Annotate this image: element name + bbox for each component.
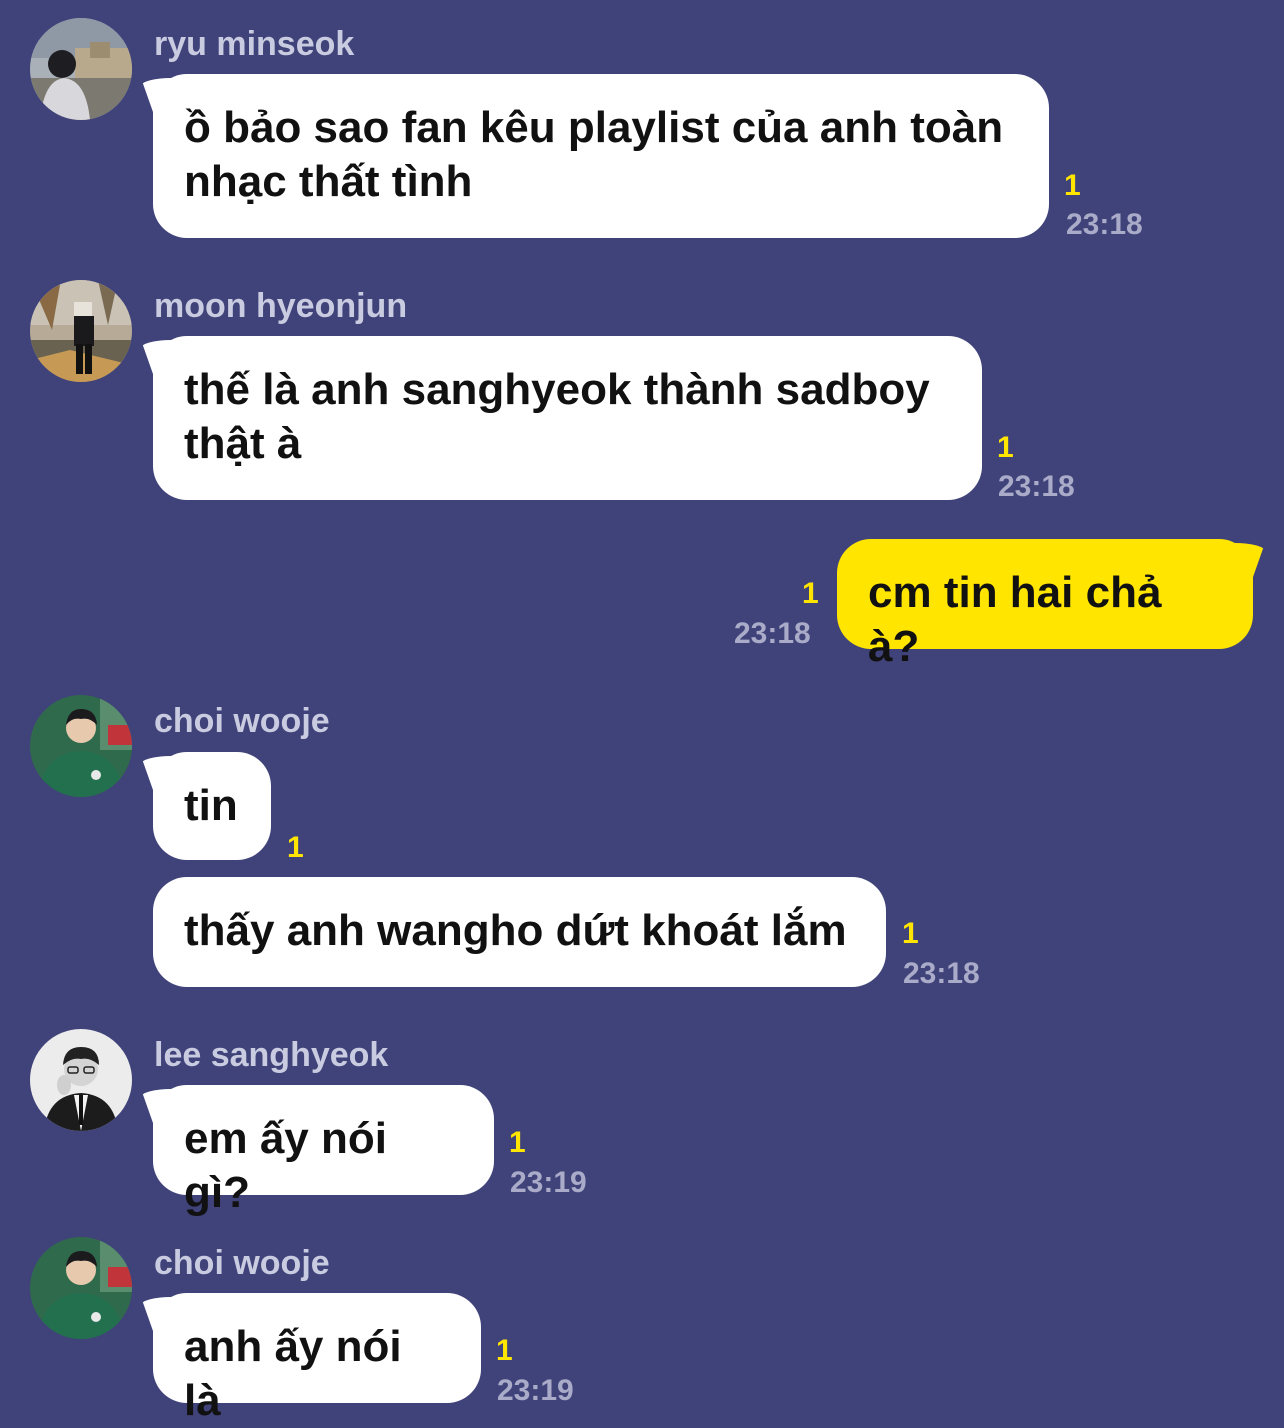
sender-name: lee sanghyeok: [154, 1036, 389, 1074]
avatar-choi-wooje[interactable]: [30, 1237, 132, 1339]
avatar-ryu-minseok[interactable]: [30, 18, 132, 120]
timestamp: 23:18: [1066, 208, 1143, 241]
message-text-line: thế là anh sanghyeok thành sadboy: [184, 365, 930, 414]
message-text-line: ồ bảo sao fan kêu playlist của anh toàn: [184, 103, 1004, 152]
message-text: cm tin hai chả à?: [868, 568, 1162, 671]
unread-count: 1: [509, 1126, 526, 1159]
unread-count: 1: [287, 831, 304, 864]
avatar-choi-wooje[interactable]: [30, 695, 132, 797]
message-bubble[interactable]: thế là anh sanghyeok thành sadboy thật à: [153, 336, 982, 500]
unread-count: 1: [802, 577, 819, 610]
unread-count: 1: [902, 917, 919, 950]
message-text: em ấy nói gì?: [184, 1114, 387, 1217]
avatar-moon-hyeonjun[interactable]: [30, 280, 132, 382]
message-text-line: nhạc thất tình: [184, 157, 473, 206]
profile-photo-avatar-icon: [30, 1029, 132, 1131]
unread-count: 1: [997, 431, 1014, 464]
timestamp: 23:18: [734, 617, 811, 650]
message-text: tin: [184, 781, 238, 830]
message-bubble[interactable]: tin: [153, 752, 271, 860]
message-bubble[interactable]: thấy anh wangho dứt khoát lắm: [153, 877, 886, 987]
profile-photo-avatar-icon: [30, 1237, 132, 1339]
timestamp: 23:18: [903, 957, 980, 990]
timestamp: 23:19: [497, 1374, 574, 1407]
timestamp: 23:19: [510, 1166, 587, 1199]
message-text: thấy anh wangho dứt khoát lắm: [184, 906, 847, 955]
sender-name: choi wooje: [154, 1244, 330, 1282]
sender-name: choi wooje: [154, 702, 330, 740]
message-bubble[interactable]: ồ bảo sao fan kêu playlist của anh toàn …: [153, 74, 1049, 238]
unread-count: 1: [1064, 169, 1081, 202]
my-message-bubble[interactable]: cm tin hai chả à?: [837, 539, 1253, 671]
message-text-line: thật à: [184, 419, 302, 468]
profile-photo-avatar-icon: [30, 18, 132, 120]
profile-photo-avatar-icon: [30, 695, 132, 797]
sender-name: ryu minseok: [154, 25, 355, 63]
sender-name: moon hyeonjun: [154, 287, 408, 325]
unread-count: 1: [496, 1334, 513, 1367]
message-bubble[interactable]: em ấy nói gì?: [153, 1085, 494, 1217]
message-text: anh ấy nói là: [184, 1322, 402, 1425]
profile-photo-avatar-icon: [30, 280, 132, 382]
avatar-lee-sanghyeok[interactable]: [30, 1029, 132, 1131]
timestamp: 23:18: [998, 470, 1075, 503]
message-bubble[interactable]: anh ấy nói là: [153, 1293, 481, 1425]
